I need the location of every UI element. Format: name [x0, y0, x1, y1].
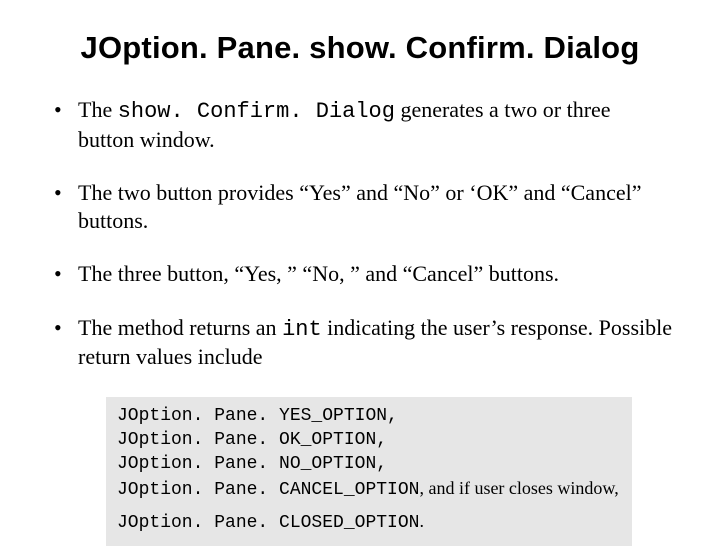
- code-line: JOption. Pane. YES_OPTION,: [117, 404, 621, 428]
- code-text: , and if user closes window,: [419, 478, 618, 498]
- bullet-item: The show. Confirm. Dialog generates a tw…: [48, 96, 672, 153]
- slide-title: JOption. Pane. show. Confirm. Dialog: [48, 30, 672, 66]
- body-text: The: [78, 97, 118, 122]
- body-text: The three button, “Yes, ” “No, ” and “Ca…: [78, 261, 559, 286]
- code-line: JOption. Pane. CANCEL_OPTION, and if use…: [117, 476, 621, 502]
- slide: JOption. Pane. show. Confirm. Dialog The…: [0, 0, 720, 540]
- code-text: JOption. Pane. CANCEL_OPTION: [117, 480, 419, 500]
- body-text: The method returns an: [78, 315, 282, 340]
- inline-code: show. Confirm. Dialog: [118, 99, 395, 124]
- bullet-item: The three button, “Yes, ” “No, ” and “Ca…: [48, 260, 672, 288]
- bullet-item: The method returns an int indicating the…: [48, 314, 672, 371]
- code-box: JOption. Pane. YES_OPTION, JOption. Pane…: [106, 397, 632, 546]
- bullet-item: The two button provides “Yes” and “No” o…: [48, 179, 672, 234]
- bullet-list: The show. Confirm. Dialog generates a tw…: [48, 96, 672, 371]
- code-line: JOption. Pane. CLOSED_OPTION.: [117, 509, 621, 535]
- code-line: JOption. Pane. OK_OPTION,: [117, 428, 621, 452]
- body-text: The two button provides “Yes” and “No” o…: [78, 180, 641, 233]
- code-text: .: [419, 511, 424, 531]
- code-line: JOption. Pane. NO_OPTION,: [117, 452, 621, 476]
- code-text: JOption. Pane. CLOSED_OPTION: [117, 513, 419, 533]
- inline-code: int: [282, 317, 322, 342]
